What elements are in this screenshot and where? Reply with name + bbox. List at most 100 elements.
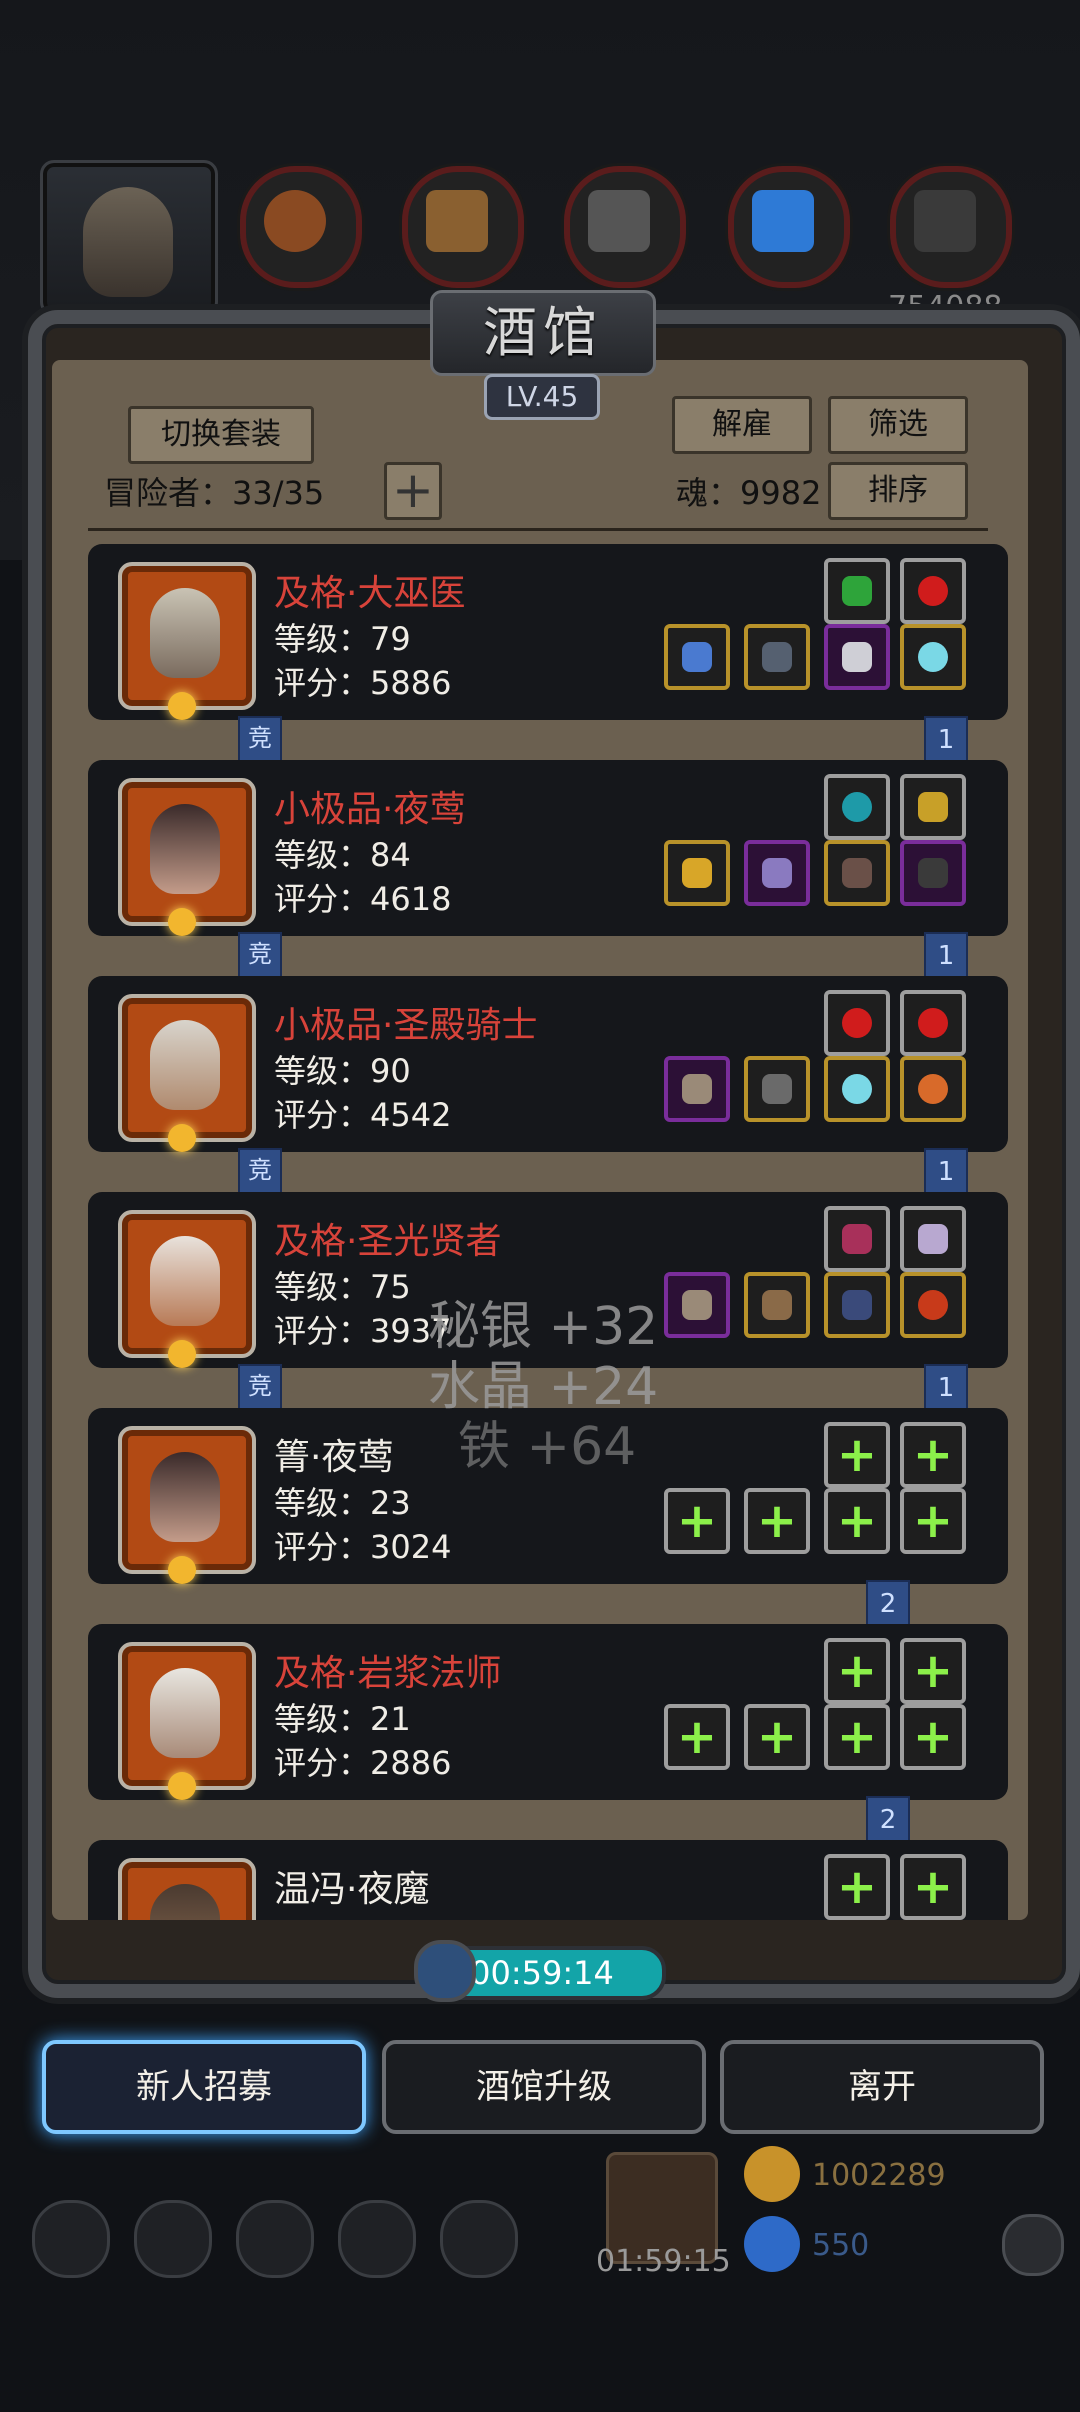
ruby-slot-icon[interactable] bbox=[900, 558, 966, 624]
mithril-resource-icon[interactable] bbox=[890, 166, 1012, 288]
ring-slot-icon[interactable] bbox=[900, 1272, 966, 1338]
emblem-slot-icon[interactable] bbox=[900, 774, 966, 840]
tavern-level-badge: LV.45 bbox=[484, 374, 600, 420]
hero-avatar bbox=[118, 1642, 256, 1800]
add-equipment-slot[interactable]: + bbox=[824, 1422, 890, 1488]
hammer-slot-icon[interactable] bbox=[664, 1056, 730, 1122]
add-equipment-slot[interactable]: + bbox=[900, 1638, 966, 1704]
hero-card[interactable]: 小极品·圣殿骑士 等级：90 评分：4542 bbox=[88, 976, 1008, 1152]
competitive-tag: 竞 bbox=[238, 1364, 282, 1414]
wood-resource-icon[interactable] bbox=[240, 166, 362, 288]
turquoise-slot-icon[interactable] bbox=[824, 774, 890, 840]
add-equipment-slot[interactable]: + bbox=[824, 1638, 890, 1704]
plank-resource-icon[interactable] bbox=[402, 166, 524, 288]
hero-avatar bbox=[118, 562, 256, 720]
add-slot-button[interactable]: + bbox=[384, 462, 442, 520]
hero-card[interactable]: 及格·岩浆法师 等级：21 评分：2886 + + + + + + bbox=[88, 1624, 1008, 1800]
plus-icon: + bbox=[676, 1493, 718, 1549]
mail-icon[interactable] bbox=[338, 2200, 416, 2278]
scroll-slot-icon[interactable] bbox=[824, 1206, 890, 1272]
hero-level: 等级：84 bbox=[274, 836, 411, 874]
add-equipment-slot[interactable]: + bbox=[664, 1488, 730, 1554]
sort-button[interactable]: 排序 bbox=[828, 462, 968, 520]
gift-timer: 01:59:15 bbox=[596, 2244, 731, 2279]
plus-icon: + bbox=[912, 1709, 954, 1765]
add-equipment-slot[interactable]: + bbox=[664, 1704, 730, 1770]
add-currency-icon[interactable] bbox=[1002, 2214, 1064, 2276]
clock-icon bbox=[414, 1940, 476, 2002]
hero-score: 评分：2886 bbox=[274, 1744, 452, 1782]
hero-card[interactable]: 小极品·夜莺 等级：84 评分：4618 bbox=[88, 760, 1008, 936]
hammer-slot-icon[interactable] bbox=[664, 1272, 730, 1338]
hero-score: 评分：3937 bbox=[274, 1312, 452, 1350]
armor-slot-icon[interactable] bbox=[744, 840, 810, 906]
hero-level: 等级：79 bbox=[274, 620, 411, 658]
staff-slot-icon[interactable] bbox=[664, 624, 730, 690]
moon-icon bbox=[168, 1340, 196, 1368]
plus-icon: + bbox=[836, 1859, 878, 1915]
wand-slot-icon[interactable] bbox=[664, 840, 730, 906]
moon-icon bbox=[168, 692, 196, 720]
hero-avatar bbox=[118, 778, 256, 936]
gem-amount: 550 bbox=[812, 2228, 870, 2263]
hero-level: 等级：23 bbox=[274, 1484, 411, 1522]
hero-card[interactable]: 温冯·夜魔 + + bbox=[88, 1840, 1008, 1920]
add-equipment-slot[interactable]: + bbox=[900, 1854, 966, 1920]
amulet-slot-icon[interactable] bbox=[900, 840, 966, 906]
competitive-tag: 竞 bbox=[238, 932, 282, 982]
recruit-button[interactable]: 新人招募 bbox=[42, 2040, 366, 2134]
pants-slot-icon[interactable] bbox=[824, 624, 890, 690]
add-equipment-slot[interactable]: + bbox=[824, 1704, 890, 1770]
add-equipment-slot[interactable]: + bbox=[900, 1488, 966, 1554]
plus-icon: + bbox=[836, 1709, 878, 1765]
add-equipment-slot[interactable]: + bbox=[900, 1422, 966, 1488]
add-equipment-slot[interactable]: + bbox=[900, 1704, 966, 1770]
settings-icon[interactable] bbox=[32, 2200, 110, 2278]
hero-card[interactable]: 及格·大巫医 等级：79 评分：5886 bbox=[88, 544, 1008, 720]
add-equipment-slot[interactable]: + bbox=[744, 1488, 810, 1554]
hero-list[interactable]: 及格·大巫医 等级：79 评分：5886 竞 1 小极品·夜莺 等级：84 评分… bbox=[52, 540, 1028, 1920]
hero-name: 及格·圣光贤者 bbox=[274, 1221, 502, 1262]
plus-icon: + bbox=[912, 1493, 954, 1549]
moon-icon bbox=[168, 1772, 196, 1800]
add-equipment-slot[interactable]: + bbox=[744, 1704, 810, 1770]
gold-coin-icon bbox=[744, 2146, 800, 2202]
gold-ring-slot-icon[interactable] bbox=[900, 1056, 966, 1122]
ruby-slot-icon[interactable] bbox=[900, 990, 966, 1056]
hero-avatar bbox=[118, 1210, 256, 1368]
boots-slot-icon[interactable] bbox=[824, 1272, 890, 1338]
armor-slot-icon[interactable] bbox=[744, 1272, 810, 1338]
iron-resource-icon[interactable] bbox=[564, 166, 686, 288]
armor-slot-icon[interactable] bbox=[744, 624, 810, 690]
upgrade-tavern-button[interactable]: 酒馆升级 bbox=[382, 2040, 706, 2134]
cloak-slot-icon[interactable] bbox=[824, 840, 890, 906]
player-face bbox=[83, 187, 173, 297]
crystal-slot-icon[interactable] bbox=[900, 1206, 966, 1272]
hero-avatar bbox=[118, 994, 256, 1152]
hero-score: 评分：4618 bbox=[274, 880, 452, 918]
switch-outfit-button[interactable]: 切换套装 bbox=[128, 406, 314, 464]
guild-icon[interactable] bbox=[236, 2200, 314, 2278]
add-equipment-slot[interactable]: + bbox=[824, 1488, 890, 1554]
leave-button[interactable]: 离开 bbox=[720, 2040, 1044, 2134]
scroll-slot-icon[interactable] bbox=[824, 558, 890, 624]
player-portrait[interactable] bbox=[40, 160, 218, 316]
soul-count: 魂：9982 bbox=[676, 474, 822, 512]
achievement-icon[interactable] bbox=[134, 2200, 212, 2278]
hero-name: 温冯·夜魔 bbox=[274, 1869, 430, 1910]
divider bbox=[88, 528, 988, 531]
plus-icon: + bbox=[756, 1709, 798, 1765]
dismiss-button[interactable]: 解雇 bbox=[672, 396, 812, 454]
armor-slot-icon[interactable] bbox=[744, 1056, 810, 1122]
ring-slot-icon[interactable] bbox=[824, 1056, 890, 1122]
ruby-slot-icon[interactable] bbox=[824, 990, 890, 1056]
filter-button[interactable]: 筛选 bbox=[828, 396, 968, 454]
add-equipment-slot[interactable]: + bbox=[824, 1854, 890, 1920]
moon-icon bbox=[168, 908, 196, 936]
gain-text: 铁 +64 bbox=[458, 1417, 637, 1477]
crystal-resource-icon[interactable] bbox=[728, 166, 850, 288]
plus-icon: + bbox=[836, 1493, 878, 1549]
page-title: 酒馆 bbox=[483, 301, 603, 364]
map-icon[interactable] bbox=[440, 2200, 518, 2278]
ring-slot-icon[interactable] bbox=[900, 624, 966, 690]
